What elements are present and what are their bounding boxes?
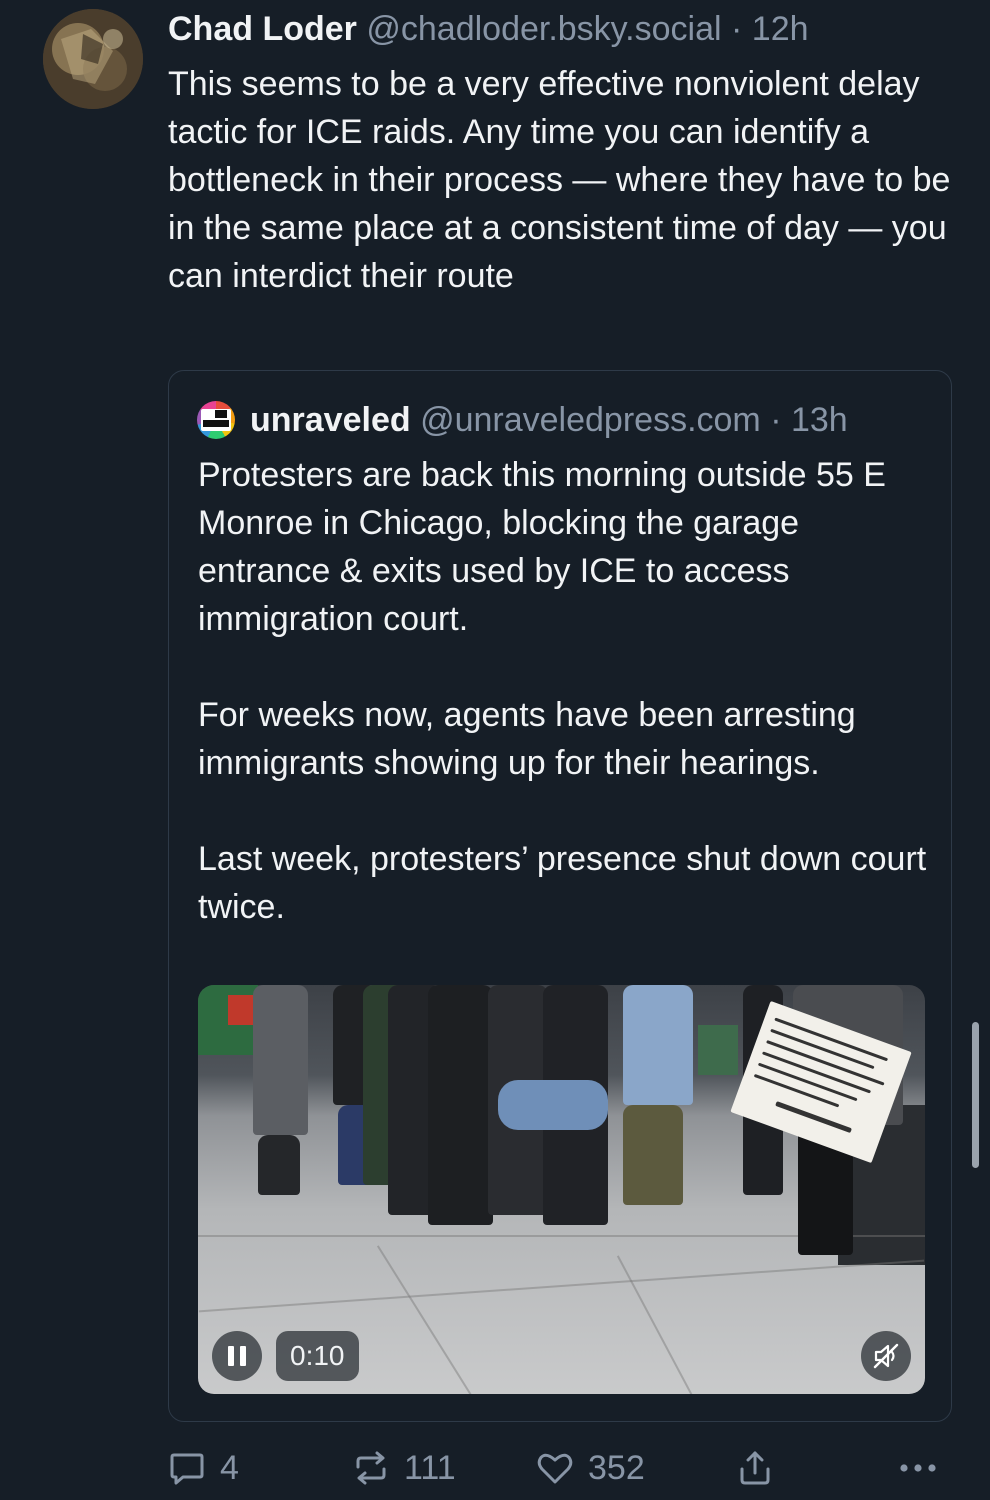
post[interactable]: Chad Loder @chadloder.bsky.social · 12h … [0,0,990,1500]
quoted-post-text: Protesters are back this morning outside… [198,451,938,979]
repost-icon [356,1451,386,1485]
post-actions: 4 111 352 [168,1440,958,1496]
post-header: Chad Loder @chadloder.bsky.social · 12h [168,8,968,50]
quoted-post-header: unraveled @unraveledpress.com · 13h [250,399,848,441]
more-icon [900,1464,936,1472]
video-person-legs [258,1135,300,1195]
repost-button[interactable]: 111 [352,1440,456,1496]
author-display-name[interactable]: Chad Loder [168,10,357,48]
quoted-author-avatar[interactable] [197,401,235,439]
video-person-legs [623,1105,683,1205]
repost-count: 111 [404,1448,456,1487]
quoted-paragraph: For weeks now, agents have been arrestin… [198,696,856,782]
pause-button[interactable] [212,1331,262,1381]
quoted-post[interactable]: unraveled @unraveledpress.com · 13h Prot… [168,370,952,1422]
more-options-button[interactable] [898,1440,938,1496]
video-bike [498,1080,608,1130]
video-person [253,985,308,1135]
reply-icon [170,1453,204,1485]
author-avatar[interactable] [43,9,143,109]
quoted-paragraph: Protesters are back this morning outside… [198,456,886,638]
video-person [623,985,693,1105]
share-button[interactable] [736,1440,774,1496]
like-button[interactable]: 352 [536,1440,645,1496]
quoted-paragraph: Last week, protesters’ presence shut dow… [198,840,927,926]
scrollbar[interactable] [972,1022,979,1168]
post-timestamp[interactable]: 12h [752,10,809,48]
reply-button[interactable]: 4 [168,1440,239,1496]
quoted-post-timestamp[interactable]: 13h [791,401,848,439]
quoted-avatar-logo [201,409,231,431]
author-handle[interactable]: @chadloder.bsky.social [366,10,721,48]
video-person [428,985,493,1225]
share-icon [740,1451,770,1485]
like-count: 352 [588,1448,645,1487]
quoted-author-handle[interactable]: @unraveledpress.com [420,401,761,439]
unmute-button[interactable] [861,1331,911,1381]
quoted-header-separator: · [770,401,791,439]
header-separator: · [731,10,752,48]
reply-count: 4 [220,1448,239,1487]
heart-icon [537,1453,573,1484]
quoted-author-display-name[interactable]: unraveled [250,401,411,439]
video-player[interactable]: 0:10 [198,985,925,1394]
muted-speaker-icon [873,1343,899,1369]
video-sign-exit [698,1025,738,1075]
video-time: 0:10 [276,1331,359,1381]
post-text: This seems to be a very effective nonvio… [168,65,960,295]
video-sign-red [228,995,256,1025]
